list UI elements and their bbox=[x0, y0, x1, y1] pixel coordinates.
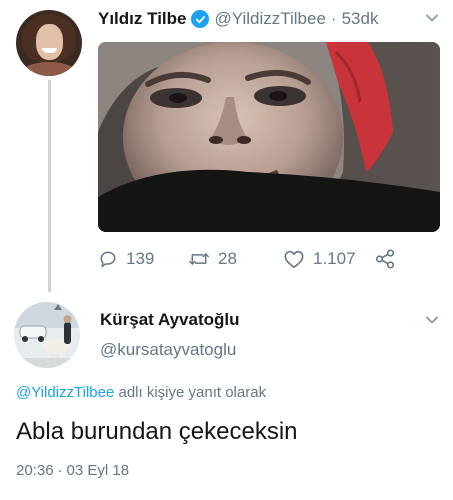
retweet-count: 28 bbox=[218, 249, 237, 268]
reply-time: 20:36 bbox=[16, 462, 54, 479]
avatar-photo bbox=[14, 302, 80, 368]
verified-badge-icon bbox=[191, 10, 210, 28]
tweet-actions: 139 28 1.107 bbox=[98, 244, 428, 274]
reply-timestamp[interactable]: 20:36 · 03 Eyl 18 bbox=[16, 462, 129, 479]
tweet-author-avatar[interactable] bbox=[16, 10, 82, 76]
retweet-icon bbox=[189, 253, 209, 265]
reply-tweet-text: Abla burundan çekeceksin bbox=[16, 418, 298, 445]
tweet-header: Yıldız Tilbe @YildizzTilbee · 53dk bbox=[98, 8, 378, 30]
reply-author-name[interactable]: Kürşat Ayvatoğlu bbox=[100, 310, 240, 330]
reply-action[interactable]: 139 bbox=[98, 244, 154, 274]
reply-icon bbox=[100, 251, 116, 268]
tweet-author-name[interactable]: Yıldız Tilbe bbox=[98, 9, 186, 29]
reply-date: 03 Eyl 18 bbox=[66, 462, 130, 479]
retweet-action[interactable]: 28 bbox=[188, 244, 237, 274]
like-action[interactable]: 1.107 bbox=[283, 244, 356, 274]
share-icon bbox=[375, 249, 395, 269]
thread-connector-line bbox=[48, 80, 51, 292]
reply-author-avatar[interactable] bbox=[14, 302, 80, 368]
timestamp-separator: · bbox=[57, 462, 63, 479]
like-count: 1.107 bbox=[313, 249, 356, 268]
replying-to-line: @YildizzTilbee adlı kişiye yanıt olarak bbox=[16, 384, 266, 401]
avatar-shoulders bbox=[20, 62, 78, 76]
header-separator: · bbox=[330, 9, 337, 28]
reply-author-handle[interactable]: @kursatayvatoglu bbox=[100, 340, 236, 360]
tweet-time-ago[interactable]: 53dk bbox=[342, 9, 379, 29]
tweet-author-handle[interactable]: @YildizzTilbee bbox=[214, 9, 325, 29]
tweet-photo[interactable] bbox=[98, 42, 440, 232]
photo-content bbox=[98, 42, 440, 232]
like-icon bbox=[284, 250, 304, 268]
share-action[interactable] bbox=[374, 244, 396, 274]
replying-to-mention-link[interactable]: @YildizzTilbee bbox=[16, 384, 114, 401]
reply-count: 139 bbox=[126, 249, 155, 268]
replying-to-label: adlı kişiye yanıt olarak bbox=[114, 384, 267, 401]
chevron-down-icon[interactable] bbox=[424, 10, 440, 26]
avatar-face bbox=[36, 24, 63, 60]
chevron-down-icon[interactable] bbox=[424, 312, 440, 328]
